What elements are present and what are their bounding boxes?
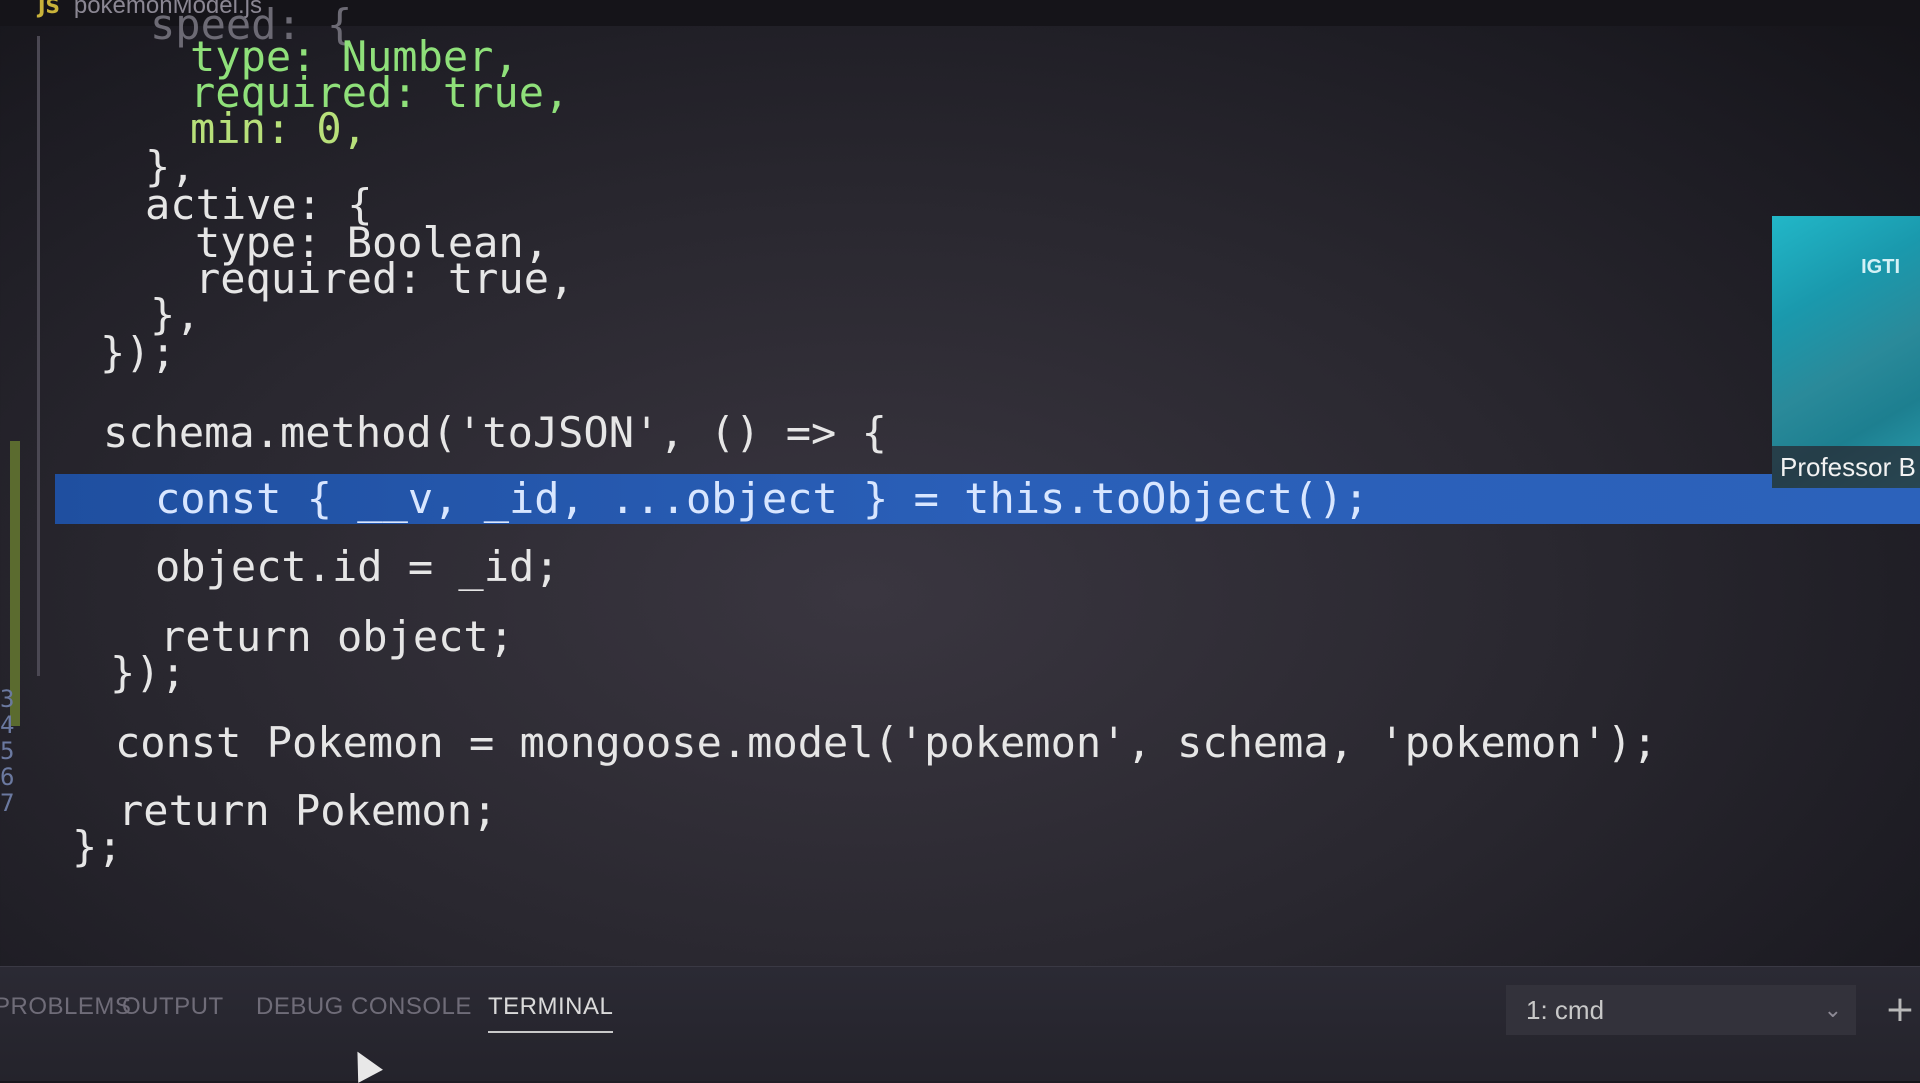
tab-terminal[interactable]: TERMINAL: [488, 993, 614, 1033]
javascript-file-icon: JS: [38, 0, 60, 18]
new-terminal-button[interactable]: +: [1880, 985, 1920, 1035]
code-line[interactable]: object.id = _id;: [155, 546, 560, 588]
bottom-panel: PROBLEMS OUTPUT DEBUG CONSOLE TERMINAL 1…: [0, 966, 1920, 1081]
code-line-selected[interactable]: const { __v, _id, ...object } = this.toO…: [155, 478, 1369, 520]
code-line[interactable]: });: [100, 332, 176, 374]
code-line[interactable]: return Pokemon;: [118, 790, 497, 832]
code-line[interactable]: };: [72, 826, 123, 868]
code-line[interactable]: required: true,: [195, 258, 574, 300]
presenter-caption: Professor B: [1772, 446, 1920, 488]
tab-output[interactable]: OUTPUT: [122, 993, 224, 1021]
code-content[interactable]: speed: { type: Number, required: true, m…: [0, 4, 1920, 868]
code-line[interactable]: const Pokemon = mongoose.model('pokemon'…: [115, 722, 1657, 764]
terminal-select[interactable]: 1: cmd ⌄: [1506, 985, 1856, 1035]
tab-problems[interactable]: PROBLEMS: [0, 993, 131, 1021]
code-editor[interactable]: 3 4 5 6 7 speed: { type: Number, require…: [0, 4, 1920, 966]
igti-logo: IGTI: [1861, 256, 1900, 278]
code-line[interactable]: min: 0,: [190, 108, 367, 150]
tab-debug-console[interactable]: DEBUG CONSOLE: [256, 993, 472, 1021]
chevron-down-icon: ⌄: [1823, 997, 1842, 1022]
code-line[interactable]: schema.method('toJSON', () => {: [103, 412, 887, 454]
code-line[interactable]: });: [110, 652, 186, 694]
presenter-video-thumbnail[interactable]: IGTI Professor B: [1772, 216, 1920, 488]
code-line[interactable]: return object;: [160, 616, 514, 658]
terminal-select-value: 1: cmd: [1526, 995, 1605, 1025]
